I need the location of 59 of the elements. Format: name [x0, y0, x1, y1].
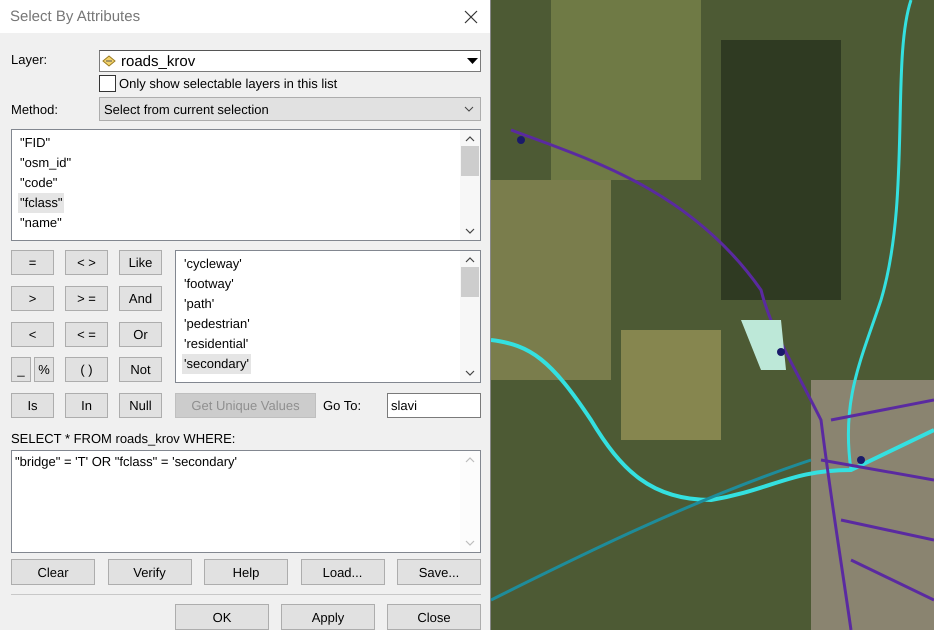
- dropdown-arrow-icon[interactable]: [467, 58, 478, 64]
- list-item[interactable]: 'path': [182, 294, 216, 314]
- operator-button[interactable]: >: [11, 286, 54, 311]
- value-list[interactable]: 'cycleway' 'footway' 'path' 'pedestrian' 'residential' 'secondary': [175, 250, 481, 383]
- operator-button[interactable]: Is: [11, 393, 54, 418]
- list-item[interactable]: 'cycleway': [182, 254, 244, 274]
- operator-button[interactable]: %: [34, 357, 54, 382]
- dialog-button[interactable]: Apply: [281, 604, 375, 630]
- dialog-button[interactable]: Close: [387, 604, 481, 630]
- operator-button[interactable]: Or: [119, 322, 162, 346]
- scrollbar[interactable]: [460, 251, 480, 382]
- scrollbar-thumb[interactable]: [461, 146, 479, 176]
- layer-label: Layer:: [11, 52, 48, 67]
- list-item[interactable]: 'pedestrian': [182, 314, 252, 334]
- scroll-down-icon[interactable]: [465, 228, 475, 234]
- scroll-up-icon[interactable]: [465, 257, 475, 263]
- expression-button[interactable]: Load...: [300, 559, 384, 585]
- scrollbar-thumb[interactable]: [461, 267, 479, 297]
- window-title: Select By Attributes: [10, 8, 140, 25]
- operator-button[interactable]: Like: [119, 250, 162, 275]
- close-icon[interactable]: [464, 10, 478, 24]
- chevron-down-icon[interactable]: [464, 106, 474, 112]
- operator-button[interactable]: In: [65, 393, 108, 418]
- operator-button[interactable]: _: [11, 357, 31, 382]
- go-to-field[interactable]: slavi: [387, 393, 481, 418]
- operator-button[interactable]: Not: [119, 357, 162, 382]
- list-item[interactable]: "FID": [18, 133, 52, 153]
- list-item[interactable]: "osm_id": [18, 153, 74, 173]
- expression-button[interactable]: Save...: [397, 559, 481, 585]
- operator-button[interactable]: And: [119, 286, 162, 311]
- layer-dropdown[interactable]: roads_krov: [99, 50, 481, 72]
- list-item[interactable]: 'footway': [182, 274, 236, 294]
- go-to-label: Go To:: [323, 398, 362, 413]
- scroll-up-icon[interactable]: [465, 136, 475, 142]
- scrollbar[interactable]: [460, 130, 480, 240]
- checkbox-label: Only show selectable layers in this list: [119, 76, 338, 91]
- operator-button[interactable]: < =: [65, 322, 108, 346]
- sql-label: SELECT * FROM roads_krov WHERE:: [11, 431, 236, 446]
- layer-icon: [102, 55, 116, 67]
- list-item[interactable]: 'secondary': [182, 354, 251, 374]
- list-item[interactable]: "fclass": [18, 193, 64, 213]
- checkbox[interactable]: [99, 75, 116, 92]
- operator-button[interactable]: =: [11, 250, 54, 275]
- operator-button[interactable]: ( ): [65, 357, 108, 382]
- expression-button[interactable]: Clear: [11, 559, 95, 585]
- operator-button[interactable]: <: [11, 322, 54, 346]
- operator-button[interactable]: Null: [119, 393, 162, 418]
- operator-button[interactable]: < >: [65, 250, 108, 275]
- list-item[interactable]: "code": [18, 173, 60, 193]
- method-label: Method:: [11, 102, 59, 116]
- method-dropdown[interactable]: Select from current selection: [99, 97, 481, 121]
- dialog-button[interactable]: OK: [175, 604, 269, 630]
- list-item[interactable]: 'residential': [182, 334, 250, 354]
- expression-button[interactable]: Verify: [108, 559, 192, 585]
- expression-button[interactable]: Help: [204, 559, 288, 585]
- scroll-down-icon[interactable]: [465, 370, 475, 376]
- list-item[interactable]: "name": [18, 213, 64, 233]
- operator-button[interactable]: > =: [65, 286, 108, 311]
- field-list[interactable]: "FID" "osm_id" "code" "fclass" "name": [11, 129, 481, 241]
